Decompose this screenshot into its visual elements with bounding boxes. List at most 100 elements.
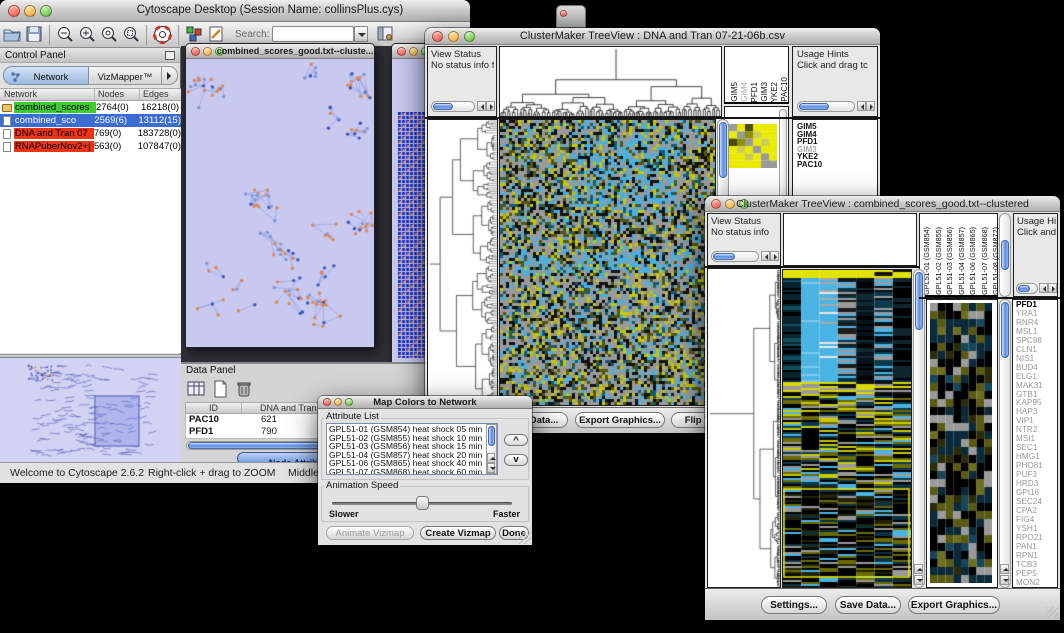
tv1-hints-hscrollbar[interactable]	[797, 101, 855, 112]
tv1-column-dendrogram[interactable]	[499, 46, 722, 117]
scroll-up-button[interactable]	[1000, 564, 1009, 574]
scroll-up-button[interactable]	[914, 564, 923, 574]
scrollbar-thumb[interactable]	[1018, 285, 1030, 292]
zoom-in-icon[interactable]	[78, 25, 96, 47]
animate-vizmap-button[interactable]: Animate Vizmap	[326, 526, 414, 540]
column-label: GPL51-07 (GSM868)	[980, 227, 991, 295]
column-label: GPL51-03 (GSM856)	[945, 227, 956, 295]
scroll-down-button[interactable]	[487, 463, 495, 473]
toolbar-separator	[146, 25, 147, 45]
tv2-zoom-vscrollbar[interactable]	[999, 299, 1011, 588]
tv2-status-hscrollbar[interactable]	[711, 251, 759, 262]
scrollbar-thumb[interactable]	[719, 122, 727, 178]
network-view-titlebar[interactable]: combined_scores_good.txt--cluste...	[186, 44, 374, 59]
treeview-window-2: ClusterMaker TreeView : combined_scores_…	[705, 196, 1060, 620]
scroll-right-button[interactable]	[486, 101, 495, 111]
new-attribute-icon[interactable]	[211, 380, 229, 398]
col-nodes[interactable]: Nodes	[95, 89, 140, 100]
speed-slider-thumb[interactable]	[416, 496, 429, 510]
export-graphics-button[interactable]: Export Graphics...	[575, 412, 665, 428]
scroll-down-button[interactable]	[1000, 575, 1009, 585]
attribute-list-vscrollbar[interactable]	[486, 424, 497, 474]
scroll-left-button[interactable]	[857, 101, 866, 111]
scrollbar-thumb[interactable]	[488, 426, 495, 446]
tab-network[interactable]: Network	[3, 66, 89, 85]
minimize-button[interactable]	[409, 47, 418, 56]
birdseye-view[interactable]	[0, 357, 181, 462]
gene-label[interactable]: PAC10	[797, 161, 877, 169]
network-canvas[interactable]	[186, 59, 374, 347]
move-down-button[interactable]: v	[504, 454, 528, 466]
birdseye-canvas[interactable]	[3, 360, 178, 461]
tv2-gene-dendrogram[interactable]	[707, 268, 781, 588]
scroll-left-button[interactable]	[1039, 283, 1048, 293]
main-titlebar[interactable]: Cytoscape Desktop (Session Name: collins…	[0, 0, 470, 22]
scroll-down-button[interactable]	[914, 575, 923, 585]
column-label: PAC10	[780, 77, 789, 102]
tv2-heatmap[interactable]	[782, 269, 912, 588]
status-welcome: Welcome to Cytoscape 2.6.2	[10, 467, 144, 479]
tab-overflow-button[interactable]	[162, 66, 178, 85]
tv1-similarity-matrix[interactable]	[729, 124, 777, 168]
save-data-button[interactable]: Save Data...	[835, 596, 901, 614]
zoom-selected-icon[interactable]	[122, 25, 140, 47]
tv2-heatmap-vscrollbar[interactable]	[913, 269, 925, 588]
help-lifering-icon[interactable]	[153, 25, 172, 47]
scrollbar-thumb[interactable]	[713, 253, 735, 260]
export-graphics-button[interactable]: Export Graphics...	[908, 596, 1000, 614]
save-icon[interactable]	[25, 25, 43, 47]
network-tab-icon	[10, 71, 21, 82]
zoom-out-icon[interactable]	[56, 25, 74, 47]
col-id[interactable]: ID	[186, 403, 242, 413]
scroll-left-button[interactable]	[477, 101, 486, 111]
network-row[interactable]: DNA and Tran 07769(0)183728(0)	[0, 127, 181, 140]
tv1-column-labels: GIM5GIM4PFD1GIM3YKE2PAC10	[724, 46, 789, 104]
table-mode-icon[interactable]	[187, 380, 205, 398]
float-panel-icon[interactable]	[165, 51, 175, 60]
tv1-status-hscrollbar[interactable]	[431, 101, 475, 112]
tv1-gene-dendrogram[interactable]	[427, 119, 498, 406]
network-row[interactable]: RNAPuberNov2+|563(0)107847(0)	[0, 140, 181, 153]
scroll-right-button[interactable]	[1048, 283, 1057, 293]
scroll-right-button[interactable]	[770, 251, 779, 261]
scrollbar-thumb[interactable]	[1001, 240, 1009, 270]
scroll-left-button[interactable]	[761, 251, 770, 261]
resize-grip[interactable]	[1047, 607, 1059, 619]
tv2-column-dendrogram[interactable]	[783, 213, 917, 266]
scroll-right-button[interactable]	[866, 101, 875, 111]
scroll-up-button[interactable]	[487, 453, 495, 463]
scrollbar-thumb[interactable]	[799, 103, 829, 110]
dialog-titlebar[interactable]: Map Colors to Network	[318, 396, 532, 409]
resize-grip[interactable]	[519, 532, 531, 544]
move-up-button[interactable]: ^	[504, 434, 528, 446]
col-edges[interactable]: Edges	[140, 89, 181, 100]
data-panel-title: Data Panel	[186, 365, 235, 376]
scrollbar-thumb[interactable]	[1001, 302, 1009, 358]
tv1-heatmap[interactable]	[499, 119, 716, 406]
search-dropdown-button[interactable]	[354, 26, 368, 42]
attribute-item[interactable]: GPL51-07 (GSM868) heat shock 60 min	[329, 468, 495, 475]
close-button[interactable]	[397, 47, 406, 56]
scrollbar-thumb[interactable]	[915, 272, 923, 330]
settings-button[interactable]: Settings...	[761, 596, 827, 614]
tv2-titlebar[interactable]: ClusterMaker TreeView : combined_scores_…	[705, 196, 1060, 212]
network-table-rows: combined_scores2764(0)16218(0)combined_s…	[0, 101, 181, 153]
tv1-titlebar[interactable]: ClusterMaker TreeView : DNA and Tran 07-…	[425, 28, 880, 45]
tv2-labels-vscrollbar[interactable]	[999, 213, 1011, 297]
col-network[interactable]: Network	[0, 89, 95, 100]
network-row[interactable]: combined_scores2764(0)16218(0)	[0, 101, 181, 114]
create-vizmap-button[interactable]: Create Vizmap	[420, 526, 496, 540]
search-input[interactable]	[272, 26, 354, 42]
network-row[interactable]: combined_sco2569(6)13112(15)	[0, 114, 181, 127]
scrollbar-thumb[interactable]	[433, 103, 453, 110]
attribute-list[interactable]: GPL51-01 (GSM854) heat shock 05 minGPL51…	[326, 423, 498, 475]
tab-vizmapper[interactable]: VizMapper™	[89, 66, 162, 85]
usage-hints-label: Usage Hi	[1017, 216, 1056, 227]
open-file-icon[interactable]	[2, 25, 21, 47]
close-button[interactable]	[560, 10, 567, 17]
zoom-fit-icon[interactable]	[100, 25, 118, 47]
delete-attribute-icon[interactable]	[235, 380, 253, 398]
tv2-zoom-heatmap-panel[interactable]	[926, 299, 998, 588]
gene-label[interactable]: MON2	[1016, 579, 1057, 588]
tv2-hints-hscrollbar[interactable]	[1016, 283, 1038, 294]
